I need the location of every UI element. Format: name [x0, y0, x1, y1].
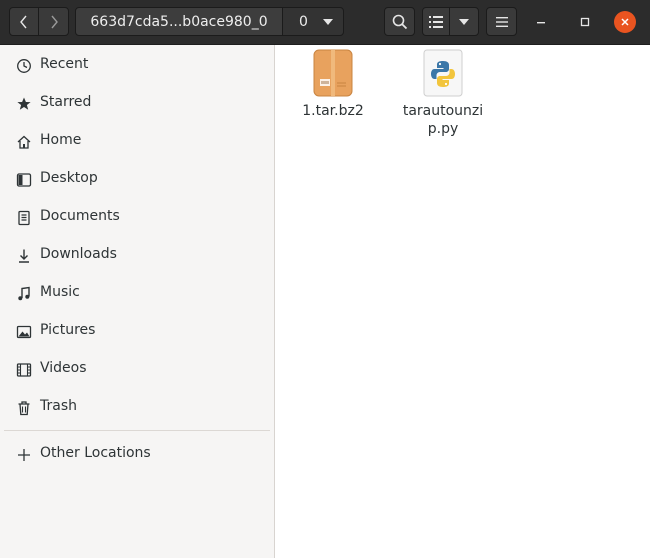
sidebar-item-downloads[interactable]: Downloads [0, 237, 274, 273]
sidebar-item-label: Home [40, 132, 82, 148]
view-mode-button[interactable] [422, 7, 450, 36]
back-arrow-icon [20, 15, 27, 28]
home-icon [15, 133, 33, 151]
archive-icon [313, 49, 353, 97]
main-menu-button[interactable] [486, 7, 517, 36]
sidebar-item-starred[interactable]: Starred [0, 85, 274, 121]
sidebar-separator [4, 430, 270, 431]
view-options-dropdown[interactable] [449, 7, 479, 36]
minimize-icon [537, 22, 545, 24]
sidebar-item-label: Documents [40, 208, 120, 224]
sidebar-item-music[interactable]: Music [0, 275, 274, 311]
sidebar-item-recent[interactable]: Recent [0, 47, 274, 83]
forward-button[interactable] [38, 7, 69, 36]
list-view-icon [429, 15, 443, 28]
path-bar-subfolder[interactable]: 0 [282, 7, 344, 36]
sidebar-item-label: Pictures [40, 322, 96, 338]
document-icon [15, 209, 33, 227]
file-item-python[interactable]: tarautounzip.py [398, 49, 488, 138]
sidebar-item-label: Videos [40, 360, 87, 376]
sidebar-item-videos[interactable]: Videos [0, 351, 274, 387]
sidebar-item-label: Recent [40, 56, 89, 72]
star-icon [15, 95, 33, 113]
file-name: 1.tar.bz2 [302, 103, 364, 119]
clock-icon [15, 57, 33, 75]
sidebar-item-documents[interactable]: Documents [0, 199, 274, 235]
minimize-button[interactable] [530, 11, 552, 33]
file-item-archive[interactable]: 1.tar.bz2 [288, 49, 378, 120]
sidebar-item-trash[interactable]: Trash [0, 389, 274, 425]
forward-arrow-icon [50, 15, 58, 28]
path-segment-label: 663d7cda5...b0ace980_0 [90, 13, 268, 30]
sidebar-item-other-locations[interactable]: Other Locations [0, 436, 274, 472]
trash-icon [15, 399, 33, 417]
desktop-icon [15, 171, 33, 189]
sidebar-item-label: Desktop [40, 170, 98, 186]
search-button[interactable] [384, 7, 415, 36]
path-subfolder-label: 0 [299, 13, 308, 30]
close-icon [621, 18, 629, 26]
places-sidebar: Recent Starred Home Desktop Documents Do… [0, 45, 275, 558]
file-view: 1.tar.bz2 tarautounzip.py [275, 45, 650, 558]
sidebar-item-label: Trash [40, 398, 77, 414]
picture-icon [15, 323, 33, 341]
plus-icon [15, 446, 33, 464]
dropdown-caret-icon [459, 18, 469, 25]
sidebar-item-label: Other Locations [40, 445, 151, 461]
search-icon [392, 14, 407, 29]
close-button[interactable] [614, 11, 636, 33]
film-icon [15, 361, 33, 379]
music-note-icon [15, 285, 33, 303]
sidebar-item-label: Music [40, 284, 80, 300]
sidebar-item-pictures[interactable]: Pictures [0, 313, 274, 349]
file-name: tarautounzip.py [402, 103, 484, 137]
sidebar-item-label: Downloads [40, 246, 117, 262]
download-icon [15, 247, 33, 265]
maximize-button[interactable] [574, 11, 596, 33]
file-manager-window: 663d7cda5...b0ace980_0 0 Recent Starred … [0, 0, 650, 558]
python-icon [423, 49, 463, 97]
maximize-icon [580, 17, 590, 27]
dropdown-caret-icon [323, 19, 333, 25]
sidebar-item-label: Starred [40, 94, 92, 110]
path-bar-segment[interactable]: 663d7cda5...b0ace980_0 [75, 7, 283, 36]
sidebar-item-home[interactable]: Home [0, 123, 274, 159]
header-bar: 663d7cda5...b0ace980_0 0 [0, 0, 650, 45]
back-button[interactable] [9, 7, 39, 36]
hamburger-menu-icon [495, 16, 508, 27]
sidebar-item-desktop[interactable]: Desktop [0, 161, 274, 197]
